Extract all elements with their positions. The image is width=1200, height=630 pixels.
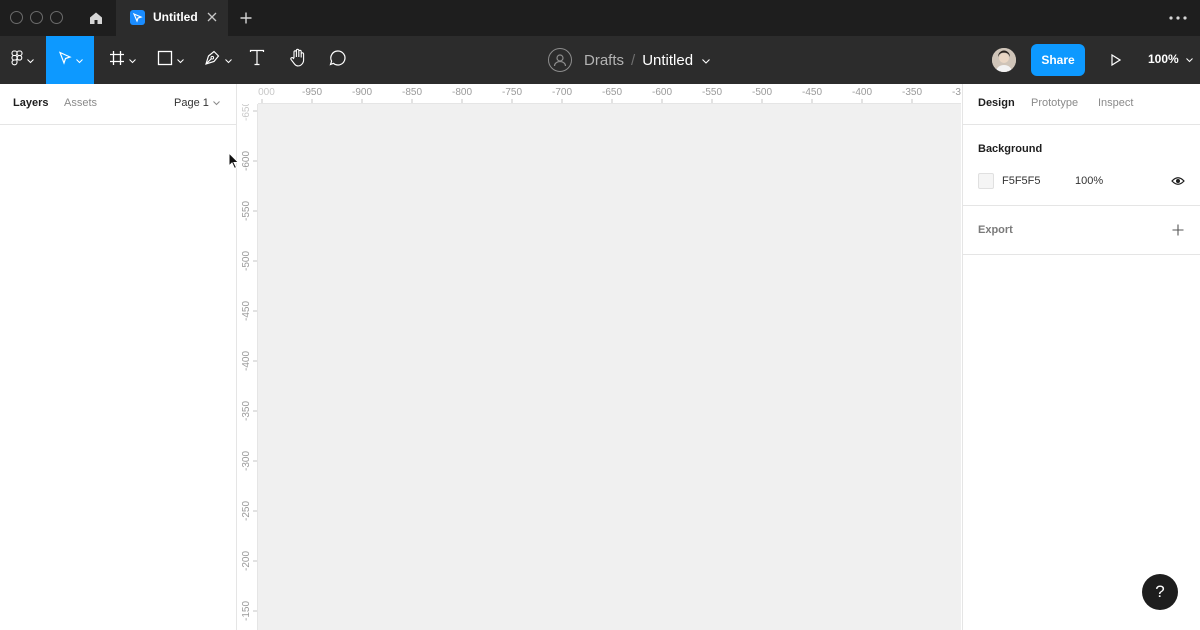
more-options-icon[interactable] <box>1166 8 1190 28</box>
background-color-swatch[interactable] <box>978 173 994 189</box>
window-zoom-dot[interactable] <box>50 11 63 24</box>
main-toolbar: Drafts / Untitled <box>0 36 1200 84</box>
chevron-down-icon <box>1179 52 1193 66</box>
file-title[interactable]: Untitled <box>642 52 693 69</box>
app-tab-bar: Untitled <box>0 0 1200 36</box>
text-icon <box>249 49 265 71</box>
ruler-tick-label: -650 <box>602 87 622 98</box>
ruler-tick-label: -400 <box>852 87 872 98</box>
visibility-eye-icon[interactable] <box>1169 172 1187 190</box>
ruler-tick-label: -600 <box>241 151 252 171</box>
frame-tool-button[interactable] <box>100 36 144 84</box>
tab-layers[interactable]: Layers <box>13 97 48 109</box>
help-button[interactable]: ? <box>1142 574 1178 610</box>
design-file-icon <box>130 10 145 25</box>
tab-inspect[interactable]: Inspect <box>1098 97 1133 109</box>
rectangle-icon <box>157 50 173 71</box>
ruler-tick-label: -850 <box>402 87 422 98</box>
cursor-arrow-icon <box>58 50 72 70</box>
text-tool-button[interactable] <box>244 36 270 84</box>
horizontal-ruler: -1000 -950 -900 -850 -800 -750 -700 -650 -600 -55… <box>238 84 961 104</box>
window-close-dot[interactable] <box>10 11 23 24</box>
layers-panel-header: Layers Assets Page 1 <box>0 84 236 125</box>
ruler-tick-label: -750 <box>502 87 522 98</box>
add-export-plus-icon[interactable] <box>1169 221 1187 239</box>
ruler-tick-label: -450 <box>241 301 252 321</box>
mouse-pointer-icon <box>228 151 240 175</box>
ruler-tick-label: -550 <box>702 87 722 98</box>
share-button[interactable]: Share <box>1031 44 1085 76</box>
new-tab-plus-icon[interactable] <box>236 8 256 28</box>
hand-tool-button[interactable] <box>284 36 312 84</box>
ruler-tick-label: -300 <box>952 87 961 98</box>
breadcrumb-separator: / <box>631 51 636 69</box>
vertical-ruler: -650 -600 -550 -500 -450 -400 -350 -300 -250 -200… <box>238 104 258 630</box>
properties-panel-header: Design Prototype Inspect <box>963 84 1200 125</box>
comment-tool-button[interactable] <box>324 36 352 84</box>
page-selector[interactable]: Page 1 <box>174 97 220 109</box>
ruler-tick-label: -800 <box>452 87 472 98</box>
chevron-down-icon <box>128 51 136 69</box>
user-avatar[interactable] <box>992 48 1016 72</box>
comment-icon <box>329 49 347 72</box>
shape-tool-button[interactable] <box>148 36 192 84</box>
background-hex-input[interactable]: F5F5F5 <box>1002 175 1041 187</box>
tab-untitled[interactable]: Untitled <box>116 0 228 36</box>
ruler-tick-label: -350 <box>902 87 922 98</box>
background-title: Background <box>978 143 1043 155</box>
figma-logo-icon <box>10 49 23 71</box>
breadcrumb-drafts[interactable]: Drafts <box>584 52 624 69</box>
ruler-tick-label: -700 <box>552 87 572 98</box>
export-title: Export <box>978 224 1013 236</box>
chevron-down-icon <box>176 51 184 69</box>
window-minimize-dot[interactable] <box>30 11 43 24</box>
present-play-icon[interactable] <box>1104 48 1128 72</box>
ruler-tick-label: -200 <box>241 551 252 571</box>
properties-panel: Design Prototype Inspect Background F5F5… <box>962 84 1200 630</box>
chevron-down-icon <box>75 51 83 69</box>
main-menu-button[interactable] <box>0 36 44 84</box>
home-icon[interactable] <box>84 6 108 30</box>
chevron-down-icon <box>26 51 34 69</box>
chevron-down-icon <box>225 51 232 69</box>
hand-icon <box>289 48 307 72</box>
move-tool-button[interactable] <box>46 36 94 84</box>
pen-icon <box>204 49 221 71</box>
background-section: Background F5F5F5 100% <box>963 125 1200 206</box>
ruler-tick-label: -250 <box>241 501 252 521</box>
chevron-down-icon[interactable] <box>702 51 710 69</box>
export-section: Export <box>963 206 1200 255</box>
page-label: Page 1 <box>174 97 209 109</box>
background-opacity-input[interactable]: 100% <box>1075 175 1103 187</box>
ruler-tick-label: -350 <box>241 401 252 421</box>
frame-icon <box>109 50 125 71</box>
chevron-down-icon <box>209 97 220 109</box>
ruler-tick-label: -650 <box>241 104 252 121</box>
ruler-tick-label: -900 <box>352 87 372 98</box>
zoom-dropdown[interactable]: 100% <box>1148 52 1193 66</box>
ruler-tick-label: -600 <box>652 87 672 98</box>
close-icon[interactable] <box>204 9 220 25</box>
ruler-tick-label: -400 <box>241 351 252 371</box>
ruler-tick-label: -300 <box>241 451 252 471</box>
tab-prototype[interactable]: Prototype <box>1031 97 1078 109</box>
team-avatar-icon[interactable] <box>548 48 572 72</box>
ruler-tick-label: -500 <box>752 87 772 98</box>
zoom-level: 100% <box>1148 52 1179 66</box>
breadcrumb: Drafts / Untitled <box>548 48 710 72</box>
pen-tool-button[interactable] <box>196 36 240 84</box>
layers-panel: Layers Assets Page 1 <box>0 84 237 630</box>
ruler-tick-label: -500 <box>241 251 252 271</box>
tab-assets[interactable]: Assets <box>64 97 97 109</box>
ruler-tick-label: -950 <box>302 87 322 98</box>
ruler-tick-label: -150 <box>241 601 252 621</box>
ruler-tick-label: -550 <box>241 201 252 221</box>
tab-title: Untitled <box>153 10 198 24</box>
tab-design[interactable]: Design <box>978 97 1015 109</box>
design-canvas[interactable] <box>258 104 961 630</box>
ruler-corner <box>238 84 258 104</box>
ruler-tick-label: -450 <box>802 87 822 98</box>
